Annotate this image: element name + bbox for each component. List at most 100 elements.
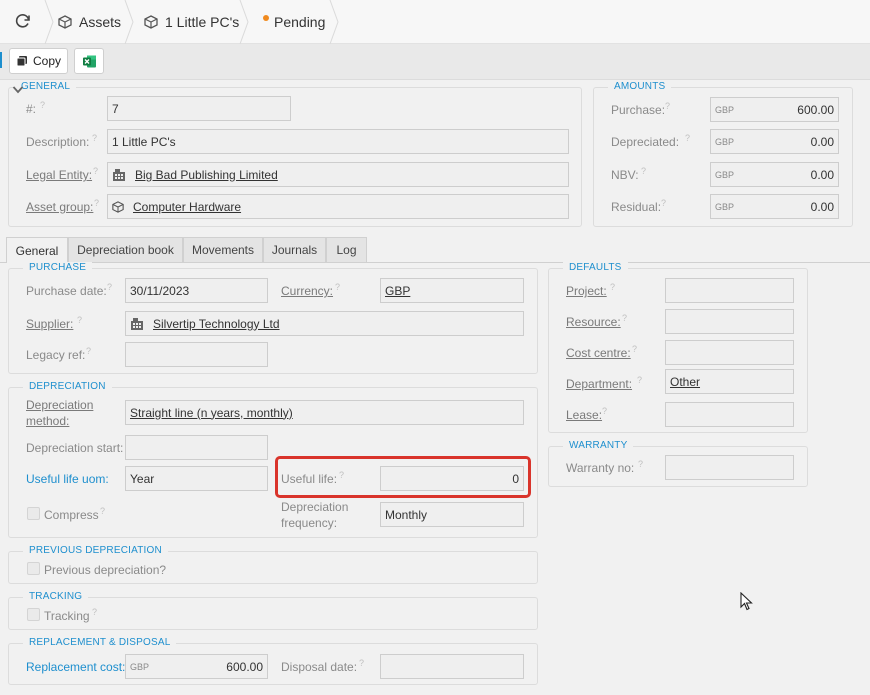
help-icon: ? xyxy=(661,198,667,208)
description-field[interactable]: 1 Little PC's xyxy=(107,129,569,154)
breadcrumb-label: Assets xyxy=(79,14,122,30)
status-dot-icon xyxy=(263,15,269,21)
cost-centre-field[interactable] xyxy=(665,340,794,365)
excel-icon xyxy=(82,55,96,67)
nbv-field[interactable]: GBP 0.00 xyxy=(710,162,839,187)
number-field[interactable]: 7 xyxy=(107,96,291,121)
legal-entity-link[interactable]: Big Bad Publishing Limited xyxy=(135,168,278,182)
refresh-icon[interactable] xyxy=(14,12,34,32)
resource-label[interactable]: Resource: xyxy=(566,315,621,329)
depreciation-frequency-label-line2: frequency: xyxy=(281,516,338,530)
asset-group-field[interactable]: Computer Hardware xyxy=(107,194,569,219)
project-label[interactable]: Project: xyxy=(566,284,607,298)
nbv-label: NBV: xyxy=(611,168,639,182)
general-legend: GENERAL xyxy=(15,81,77,93)
breadcrumb-item-assets[interactable]: Assets xyxy=(58,0,121,44)
legacy-ref-label: Legacy ref: xyxy=(26,348,86,362)
breadcrumb-label: 1 Little PC's xyxy=(165,14,240,30)
breadcrumb-item-asset[interactable]: 1 Little PC's xyxy=(144,0,239,44)
legal-entity-field[interactable]: Big Bad Publishing Limited xyxy=(107,162,569,187)
warranty-no-field[interactable] xyxy=(665,455,794,480)
tab-depreciation-book[interactable]: Depreciation book xyxy=(68,237,183,262)
purchase-amount-field[interactable]: GBP 600.00 xyxy=(710,97,839,122)
compress-checkbox[interactable] xyxy=(27,507,40,520)
tracking-label: Tracking xyxy=(44,609,90,623)
useful-life-uom-label: Useful life uom: xyxy=(26,472,109,486)
project-field[interactable] xyxy=(665,278,794,303)
replacement-cost-field[interactable]: GBP 600.00 xyxy=(125,654,268,679)
resource-field[interactable] xyxy=(665,309,794,334)
legal-entity-label[interactable]: Legal Entity: xyxy=(26,168,92,182)
help-icon: ? xyxy=(665,101,671,111)
legacy-ref-field[interactable] xyxy=(125,342,268,367)
purchase-date-label: Purchase date: xyxy=(26,284,107,298)
help-icon: ? xyxy=(622,313,628,323)
help-icon: ? xyxy=(94,198,100,208)
tab-log[interactable]: Log xyxy=(326,237,367,262)
currency-field[interactable]: GBP xyxy=(380,278,524,303)
tab-journals[interactable]: Journals xyxy=(263,237,326,262)
tracking-checkbox[interactable] xyxy=(27,608,40,621)
supplier-link[interactable]: Silvertip Technology Ltd xyxy=(153,317,280,331)
tracking-legend: TRACKING xyxy=(23,591,89,603)
copy-icon xyxy=(16,56,27,67)
depreciation-frequency-label: Depreciation xyxy=(281,500,349,514)
lease-field[interactable] xyxy=(665,402,794,427)
asset-group-label[interactable]: Asset group: xyxy=(26,200,93,214)
lease-label[interactable]: Lease: xyxy=(566,408,602,422)
depreciation-legend: DEPRECIATION xyxy=(23,381,112,393)
purchase-date-field[interactable]: 30/11/2023 xyxy=(125,278,268,303)
box-icon xyxy=(112,200,124,213)
depreciation-frequency-field[interactable]: Monthly xyxy=(380,502,524,527)
useful-life-uom-field[interactable]: Year xyxy=(125,466,268,491)
help-icon: ? xyxy=(335,282,341,292)
replacement-cost-label: Replacement cost: xyxy=(26,660,126,674)
collapse-chevron-icon[interactable] xyxy=(12,85,24,95)
depreciation-method-field[interactable]: Straight line (n years, monthly) xyxy=(125,400,524,425)
breadcrumb-item-status[interactable]: Pending xyxy=(263,0,325,44)
help-icon: ? xyxy=(359,658,365,668)
department-field[interactable]: Other xyxy=(665,369,794,394)
help-icon: ? xyxy=(641,166,647,176)
previous-depreciation-label: Previous depreciation? xyxy=(44,563,167,577)
purchase-legend: PURCHASE xyxy=(23,262,93,274)
box-icon xyxy=(58,15,72,29)
breadcrumb-separator xyxy=(124,0,134,44)
copy-label: Copy xyxy=(32,54,61,68)
help-icon: ? xyxy=(100,506,106,516)
supplier-label[interactable]: Supplier: xyxy=(26,317,73,331)
building-icon xyxy=(112,168,126,181)
currency-label[interactable]: Currency: xyxy=(281,284,333,298)
disposal-date-field[interactable] xyxy=(380,654,524,679)
previous-depreciation-checkbox[interactable] xyxy=(27,562,40,575)
breadcrumb-separator xyxy=(329,0,339,44)
tab-movements[interactable]: Movements xyxy=(183,237,263,262)
disposal-date-label: Disposal date: xyxy=(281,660,358,674)
residual-label: Residual: xyxy=(611,200,662,214)
supplier-field[interactable]: Silvertip Technology Ltd xyxy=(125,311,524,336)
compress-label: Compress xyxy=(44,508,99,522)
cost-centre-label[interactable]: Cost centre: xyxy=(566,346,631,360)
toolbar xyxy=(0,44,870,80)
defaults-legend: DEFAULTS xyxy=(563,262,628,274)
box-icon xyxy=(144,15,158,29)
asset-group-link[interactable]: Computer Hardware xyxy=(133,200,241,214)
help-icon: ? xyxy=(638,459,644,469)
copy-button[interactable]: Copy xyxy=(9,48,68,74)
depreciated-amount-field[interactable]: GBP 0.00 xyxy=(710,129,839,154)
breadcrumb-separator xyxy=(44,0,54,44)
depreciation-method-label-line2[interactable]: method: xyxy=(26,414,69,428)
depreciated-amount-label: Depreciated: xyxy=(611,135,680,149)
residual-field[interactable]: GBP 0.00 xyxy=(710,194,839,219)
export-excel-button[interactable] xyxy=(74,48,104,74)
tab-general[interactable]: General xyxy=(6,237,68,263)
depreciation-method-label[interactable]: Depreciation xyxy=(26,398,93,412)
help-icon: ? xyxy=(40,100,46,110)
depreciation-start-field[interactable] xyxy=(125,435,268,460)
help-icon: ? xyxy=(610,282,616,292)
useful-life-field[interactable]: 0 xyxy=(380,466,524,491)
department-label[interactable]: Department: xyxy=(566,377,632,391)
description-label: Description: xyxy=(26,135,90,149)
help-icon: ? xyxy=(637,375,643,385)
tab-strip-line xyxy=(0,262,870,263)
